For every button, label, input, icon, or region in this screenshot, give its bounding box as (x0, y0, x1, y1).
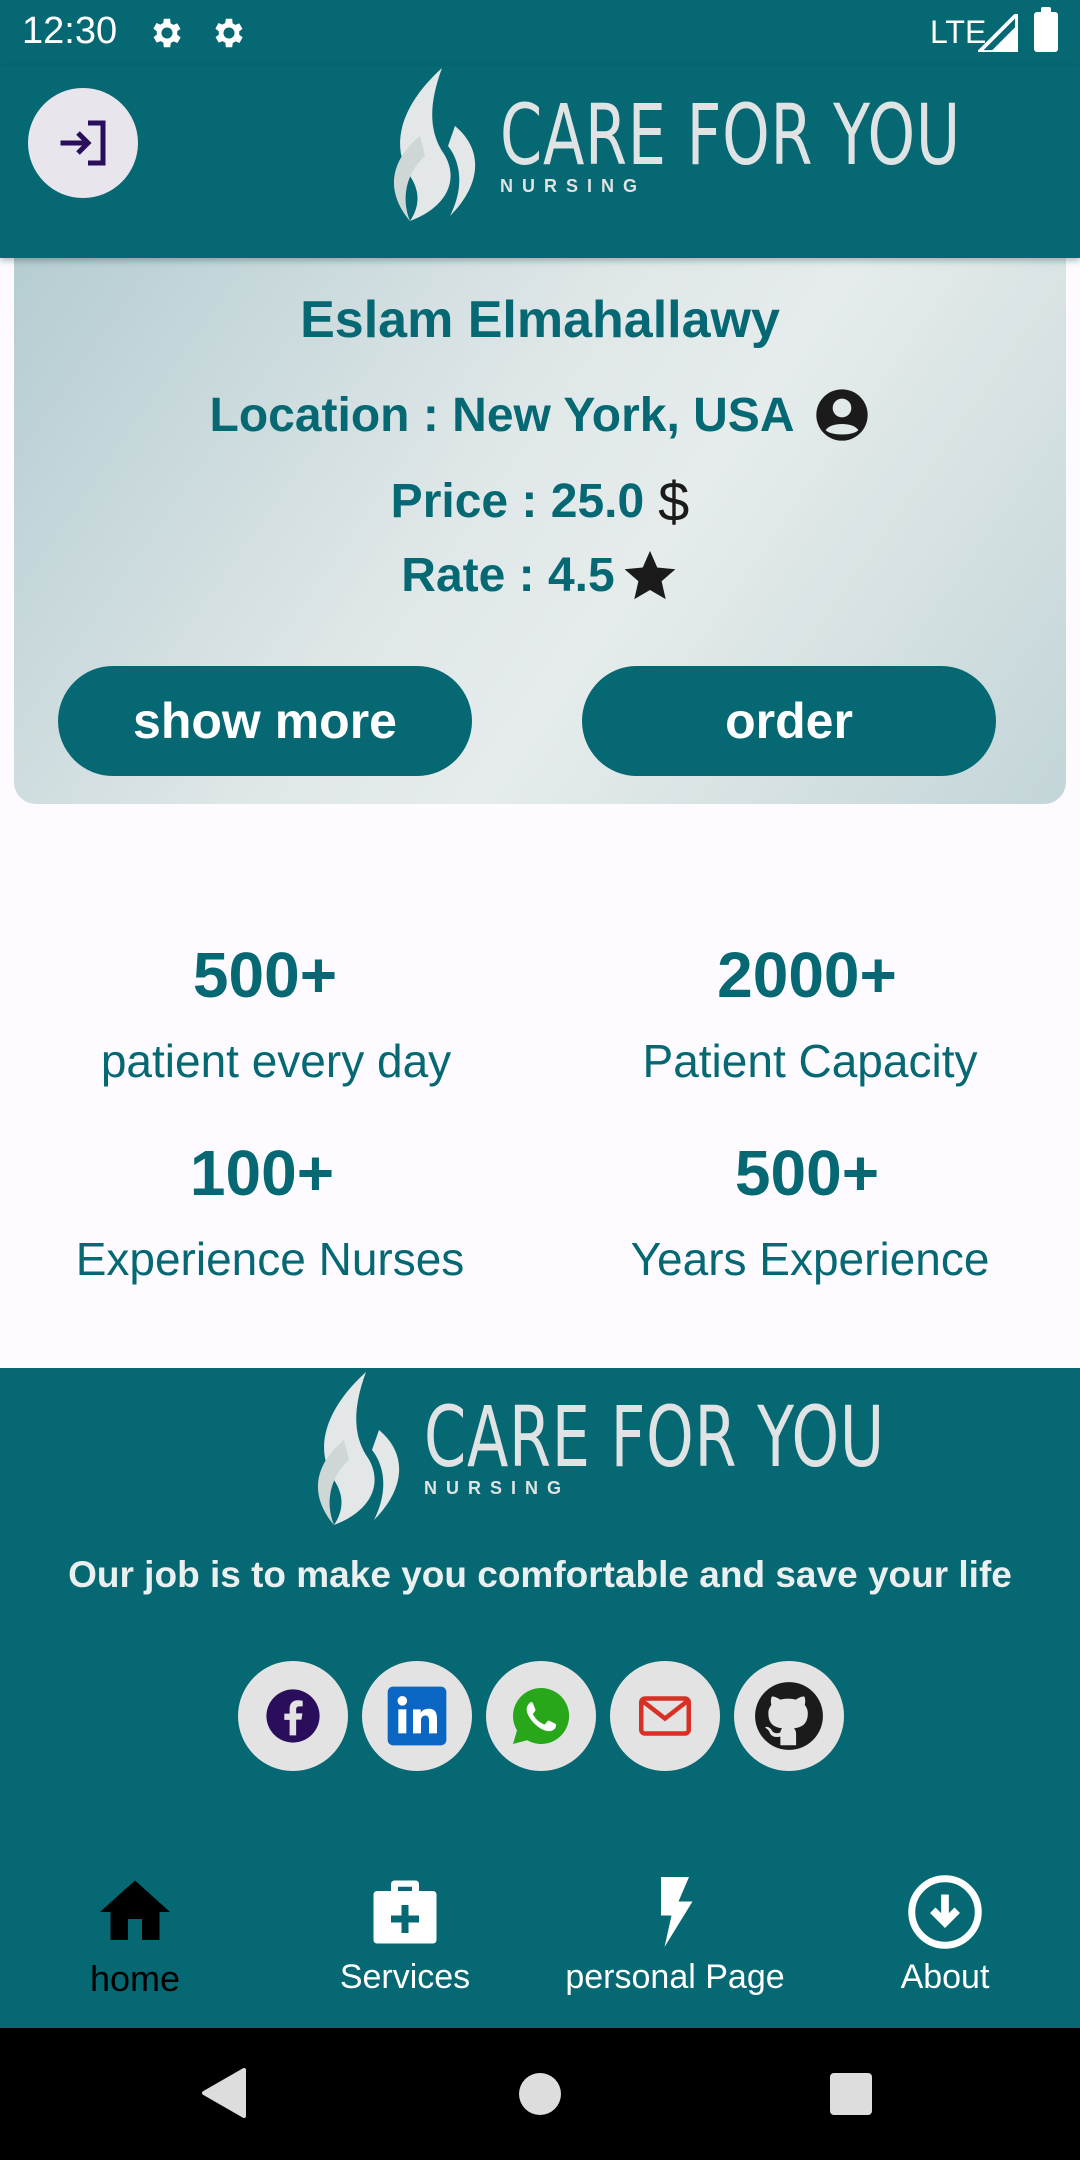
whatsapp-icon (513, 1687, 570, 1744)
system-navigation-bar (0, 2028, 1080, 2160)
status-time: 12:30 (22, 10, 118, 52)
nav-about[interactable]: About (810, 1862, 1080, 2028)
email-button[interactable] (610, 1661, 720, 1771)
nurse-card: Eslam Elmahallawy Location : New York, U… (14, 200, 1066, 804)
nav-services[interactable]: Services (270, 1862, 540, 2028)
medical-bag-icon (355, 1862, 455, 1962)
github-icon (755, 1682, 823, 1750)
stat-label: Experience Nurses (75, 1233, 465, 1285)
whatsapp-button[interactable] (486, 1661, 596, 1771)
home-circle-icon[interactable] (519, 2073, 561, 2115)
nav-personal-page-label: personal Page (565, 1958, 785, 1996)
download-circle-icon (895, 1862, 995, 1962)
nav-home-label: home (89, 1958, 181, 1999)
nurse-name: Eslam Elmahallawy (300, 291, 780, 349)
rate-text: Rate : 4.5 (401, 548, 615, 602)
location-row: Location : New York, USA (14, 380, 1066, 450)
nav-about-label: About (900, 1958, 990, 1996)
price-row: Price : 25.0 $ (14, 466, 1066, 536)
login-button[interactable] (28, 88, 138, 198)
flame-logo-icon (393, 68, 476, 221)
back-icon[interactable] (200, 2068, 246, 2118)
footer-logo: CARE FOR YOU NURSING (304, 1370, 885, 1530)
stat-value: 2000+ (717, 939, 897, 1011)
facebook-icon (266, 1689, 320, 1743)
nav-personal-page[interactable]: personal Page (540, 1862, 810, 2028)
location-text: Location : New York, USA (209, 388, 795, 442)
recents-icon[interactable] (830, 2073, 872, 2115)
nav-home[interactable]: home (0, 1862, 270, 2028)
linkedin-icon (387, 1686, 447, 1746)
home-icon (85, 1862, 185, 1962)
email-icon (639, 1696, 691, 1736)
header-logo: CARE FOR YOU NURSING (380, 66, 961, 226)
status-bar: 12:30 LTE (0, 0, 1080, 66)
stat-value: 500+ (734, 1137, 880, 1209)
settings-notification-icon (153, 18, 181, 48)
flame-logo-icon (317, 1372, 400, 1525)
stat-label: patient every day (100, 1035, 452, 1087)
footer-tagline: Our job is to make you comfortable and s… (68, 1554, 1012, 1595)
dollar-icon: $ (658, 469, 690, 533)
settings-notification-icon (215, 18, 243, 48)
logo-title: CARE FOR YOU (424, 1388, 885, 1486)
app-bar: CARE FOR YOU NURSING (0, 66, 1080, 258)
battery-icon (1034, 7, 1058, 52)
signal-icon (978, 14, 1018, 52)
stat-label: Years Experience (630, 1233, 990, 1285)
order-button[interactable]: order (582, 666, 996, 776)
stat-years-experience: 500+ Years Experience (540, 1130, 1080, 1290)
price-text: Price : 25.0 (390, 474, 645, 528)
stat-value: 100+ (189, 1137, 335, 1209)
rate-row: Rate : 4.5 (14, 540, 1066, 610)
stat-patients-per-day: 500+ patient every day (0, 930, 540, 1090)
stat-label: Patient Capacity (642, 1035, 978, 1087)
flash-icon (625, 1862, 725, 1962)
facebook-button[interactable] (238, 1661, 348, 1771)
github-button[interactable] (734, 1661, 844, 1771)
show-more-button[interactable]: show more (58, 666, 472, 776)
account-circle-icon (816, 389, 869, 441)
nav-services-label: Services (339, 1958, 471, 1996)
stat-patient-capacity: 2000+ Patient Capacity (540, 930, 1080, 1090)
linkedin-button[interactable] (362, 1661, 472, 1771)
stat-experience-nurses: 100+ Experience Nurses (0, 1130, 540, 1290)
stat-value: 500+ (192, 939, 338, 1011)
login-icon (60, 120, 106, 166)
star-icon (624, 550, 676, 600)
logo-title: CARE FOR YOU (500, 86, 961, 184)
